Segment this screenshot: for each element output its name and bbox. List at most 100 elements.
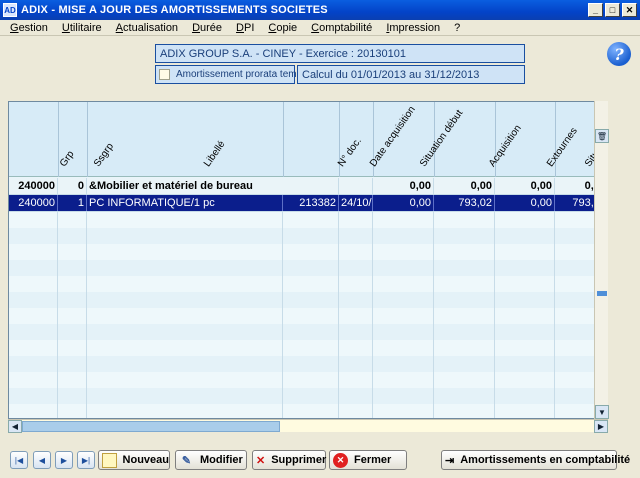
empty-cell (339, 276, 373, 292)
empty-cell (373, 260, 434, 276)
menu-gestion[interactable]: Gestion (10, 22, 55, 34)
empty-cell (434, 324, 495, 340)
vertical-scrollbar[interactable]: 🗑 ▼ (594, 101, 609, 419)
accounting-button[interactable]: ⇥ Amortissements en comptabilité (441, 450, 630, 470)
help-icon[interactable]: ? (607, 42, 631, 66)
depreciation-grid: Grp Ssgrp Libellé N° doc. Date acquisiti… (8, 101, 608, 419)
empty-row[interactable] (9, 260, 607, 277)
empty-row[interactable] (9, 228, 607, 245)
empty-cell (283, 260, 339, 276)
empty-cell (9, 340, 58, 356)
empty-cell (58, 292, 87, 308)
next-record-icon[interactable]: ▶ (55, 451, 73, 469)
cell-acquisition: 0,00 (434, 178, 495, 194)
minimize-icon[interactable]: _ (588, 3, 603, 17)
empty-cell (9, 324, 58, 340)
empty-cell (9, 244, 58, 260)
last-record-icon[interactable]: ▶| (77, 451, 95, 469)
empty-row[interactable] (9, 276, 607, 293)
empty-cell (373, 244, 434, 260)
empty-cell (373, 356, 434, 372)
empty-cell (87, 356, 283, 372)
table-row[interactable]: 240000 1 PC INFORMATIQUE/1 pc 213382 24/… (9, 195, 607, 212)
delete-button[interactable]: ✕ Supprimer (252, 450, 326, 470)
scroll-right-icon[interactable]: ▶ (594, 420, 608, 433)
trash-icon[interactable]: 🗑 (595, 129, 609, 143)
menu-duree[interactable]: Durée (192, 22, 229, 34)
menu-comptabilite[interactable]: Comptabilité (311, 22, 379, 34)
maximize-icon[interactable]: □ (605, 3, 620, 17)
empty-cell (373, 324, 434, 340)
empty-cell (87, 404, 283, 418)
empty-row[interactable] (9, 324, 607, 341)
menu-dpi[interactable]: DPI (236, 22, 261, 34)
calc-period-text: Calcul du 01/01/2013 au 31/12/2013 (302, 68, 480, 81)
empty-row[interactable] (9, 372, 607, 389)
empty-cell (434, 244, 495, 260)
new-button[interactable]: Nouveau (98, 450, 170, 470)
prorata-checkbox[interactable] (159, 69, 170, 80)
cell-situation-debut: 0,00 (373, 178, 434, 194)
ledger-icon: ⇥ (445, 454, 455, 467)
empty-cell (339, 292, 373, 308)
menu-impression[interactable]: Impression (386, 22, 447, 34)
close-icon[interactable]: ✕ (622, 3, 637, 17)
menu-help[interactable]: ? (454, 22, 467, 34)
empty-cell (9, 260, 58, 276)
empty-row[interactable] (9, 340, 607, 357)
empty-cell (283, 340, 339, 356)
empty-row[interactable] (9, 388, 607, 405)
empty-cell (434, 404, 495, 418)
title-bar[interactable]: AD ADIX - MISE A JOUR DES AMORTISSEMENTS… (0, 0, 640, 20)
empty-cell (339, 244, 373, 260)
empty-cell (373, 340, 434, 356)
empty-cell (9, 292, 58, 308)
edit-button[interactable]: ✎ Modifier (175, 450, 247, 470)
menu-copie[interactable]: Copie (268, 22, 304, 34)
empty-row[interactable] (9, 212, 607, 229)
scroll-down-icon[interactable]: ▼ (595, 405, 609, 419)
cell-label: PC INFORMATIQUE/1 pc (87, 195, 283, 211)
empty-row[interactable] (9, 404, 607, 418)
empty-cell (373, 276, 434, 292)
empty-cell (495, 340, 555, 356)
empty-cell (434, 340, 495, 356)
empty-cell (87, 340, 283, 356)
first-record-icon[interactable]: |◀ (10, 451, 28, 469)
empty-cell (87, 372, 283, 388)
empty-cell (283, 388, 339, 404)
empty-cell (434, 388, 495, 404)
empty-cell (9, 356, 58, 372)
empty-cell (495, 244, 555, 260)
empty-cell (87, 308, 283, 324)
empty-cell (495, 308, 555, 324)
empty-cell (9, 308, 58, 324)
empty-cell (58, 276, 87, 292)
group-row[interactable]: 240000 0 &Mobilier et matériel de bureau… (9, 178, 607, 195)
empty-row[interactable] (9, 308, 607, 325)
empty-cell (373, 372, 434, 388)
prorata-checkbox-container[interactable]: Amortissement prorata tempo (155, 65, 308, 84)
menu-actualisation[interactable]: Actualisation (116, 22, 185, 34)
empty-cell (339, 356, 373, 372)
prorata-label: Amortissement prorata tempo (176, 69, 308, 80)
empty-cell (339, 260, 373, 276)
empty-cell (495, 324, 555, 340)
empty-cell (87, 228, 283, 244)
empty-row[interactable] (9, 356, 607, 373)
cell-extournes: 0,00 (495, 195, 555, 211)
horizontal-scrollbar[interactable]: ◀ ▶ (8, 419, 608, 433)
empty-row[interactable] (9, 292, 607, 309)
window-title: ADIX - MISE A JOUR DES AMORTISSEMENTS SO… (21, 4, 328, 16)
menu-utilitaire[interactable]: Utilitaire (62, 22, 109, 34)
empty-cell (434, 356, 495, 372)
empty-row[interactable] (9, 244, 607, 261)
horizontal-scroll-thumb[interactable] (22, 421, 280, 432)
empty-cell (87, 212, 283, 228)
scroll-left-icon[interactable]: ◀ (8, 420, 22, 433)
vertical-scroll-thumb[interactable] (597, 291, 607, 296)
empty-cell (339, 388, 373, 404)
close-button[interactable]: ✕ Fermer (329, 450, 407, 470)
empty-cell (495, 372, 555, 388)
prev-page-icon[interactable]: ◀ (33, 451, 51, 469)
